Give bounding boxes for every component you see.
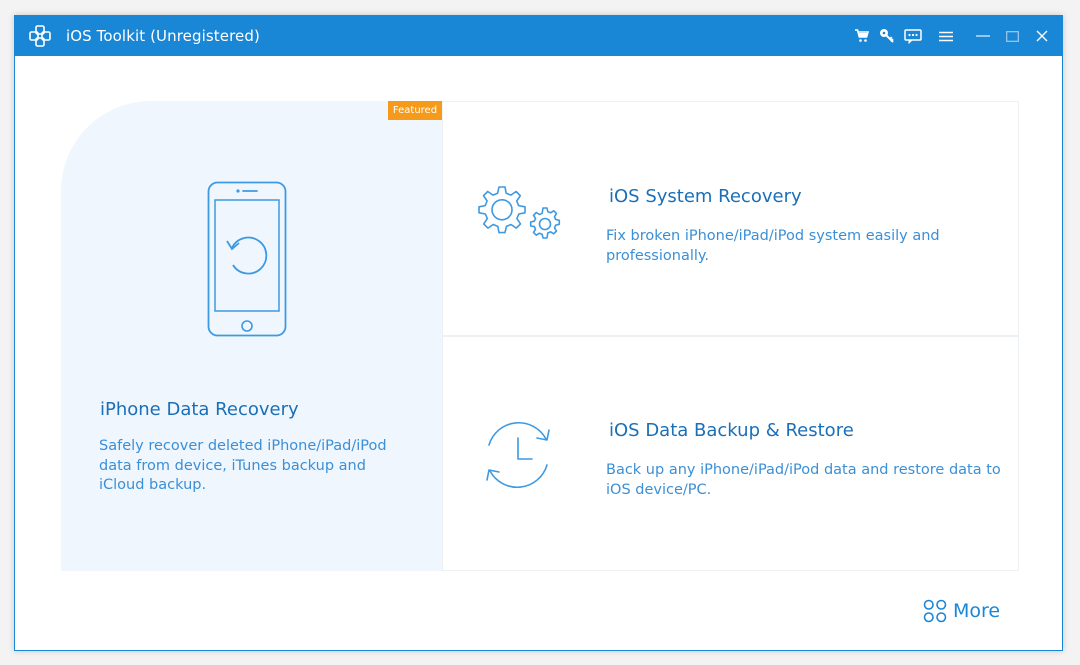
ios-data-backup-restore-title: iOS Data Backup & Restore xyxy=(609,420,854,441)
description-line: Back up any iPhone/iPad/iPod data and re… xyxy=(606,462,1001,478)
featured-badge: Featured xyxy=(388,101,442,120)
iphone-data-recovery-card[interactable]: iPhone Data Recovery Safely recover dele… xyxy=(61,101,442,571)
window-title: iOS Toolkit (Unregistered) xyxy=(66,27,260,45)
iphone-data-recovery-description: Safely recover deleted iPhone/iPad/iPod … xyxy=(99,437,387,496)
menu-icon xyxy=(939,31,953,41)
title-bar[interactable]: iOS Toolkit (Unregistered) xyxy=(15,16,1062,56)
iphone-data-recovery-title: iPhone Data Recovery xyxy=(100,399,299,420)
gears-icon xyxy=(478,186,561,239)
description-line: Fix broken iPhone/iPad/iPod system easil… xyxy=(606,228,940,244)
register-button[interactable] xyxy=(877,26,897,46)
app-window: iOS Toolkit (Unregistered) iPhone Data R… xyxy=(14,15,1063,651)
description-line: iCloud backup. xyxy=(99,477,207,493)
maximize-icon xyxy=(1005,30,1019,42)
minimize-icon xyxy=(976,35,990,37)
close-button[interactable] xyxy=(1032,26,1052,46)
maximize-button[interactable] xyxy=(1002,26,1022,46)
feedback-button[interactable] xyxy=(903,26,923,46)
ios-data-backup-restore-description: Back up any iPhone/iPad/iPod data and re… xyxy=(606,461,1001,500)
description-line: iOS device/PC. xyxy=(606,481,712,498)
cart-button[interactable] xyxy=(852,26,872,46)
main-content: iPhone Data Recovery Safely recover dele… xyxy=(15,56,1062,650)
more-label: More xyxy=(953,600,1001,622)
clock-sync-icon xyxy=(486,421,550,489)
minimize-button[interactable] xyxy=(973,26,993,46)
close-icon xyxy=(1036,30,1048,42)
menu-button[interactable] xyxy=(936,26,956,46)
more-button[interactable]: More xyxy=(923,599,1000,623)
ios-system-recovery-title: iOS System Recovery xyxy=(609,186,802,207)
cart-icon xyxy=(855,29,870,42)
ios-system-recovery-description: Fix broken iPhone/iPad/iPod system easil… xyxy=(606,227,940,266)
description-line: data from device, iTunes backup and xyxy=(99,457,366,474)
app-logo-icon xyxy=(29,25,51,47)
ios-system-recovery-card[interactable]: iOS System Recovery Fix broken iPhone/iP… xyxy=(442,101,1019,336)
grid-icon xyxy=(923,599,947,623)
key-icon xyxy=(880,29,894,43)
phone-recovery-icon xyxy=(207,181,287,337)
description-line: professionally. xyxy=(606,247,710,264)
ios-data-backup-restore-card[interactable]: iOS Data Backup & Restore Back up any iP… xyxy=(442,336,1019,571)
description-line: Safely recover deleted iPhone/iPad/iPod xyxy=(99,438,387,454)
feedback-icon xyxy=(904,28,922,44)
